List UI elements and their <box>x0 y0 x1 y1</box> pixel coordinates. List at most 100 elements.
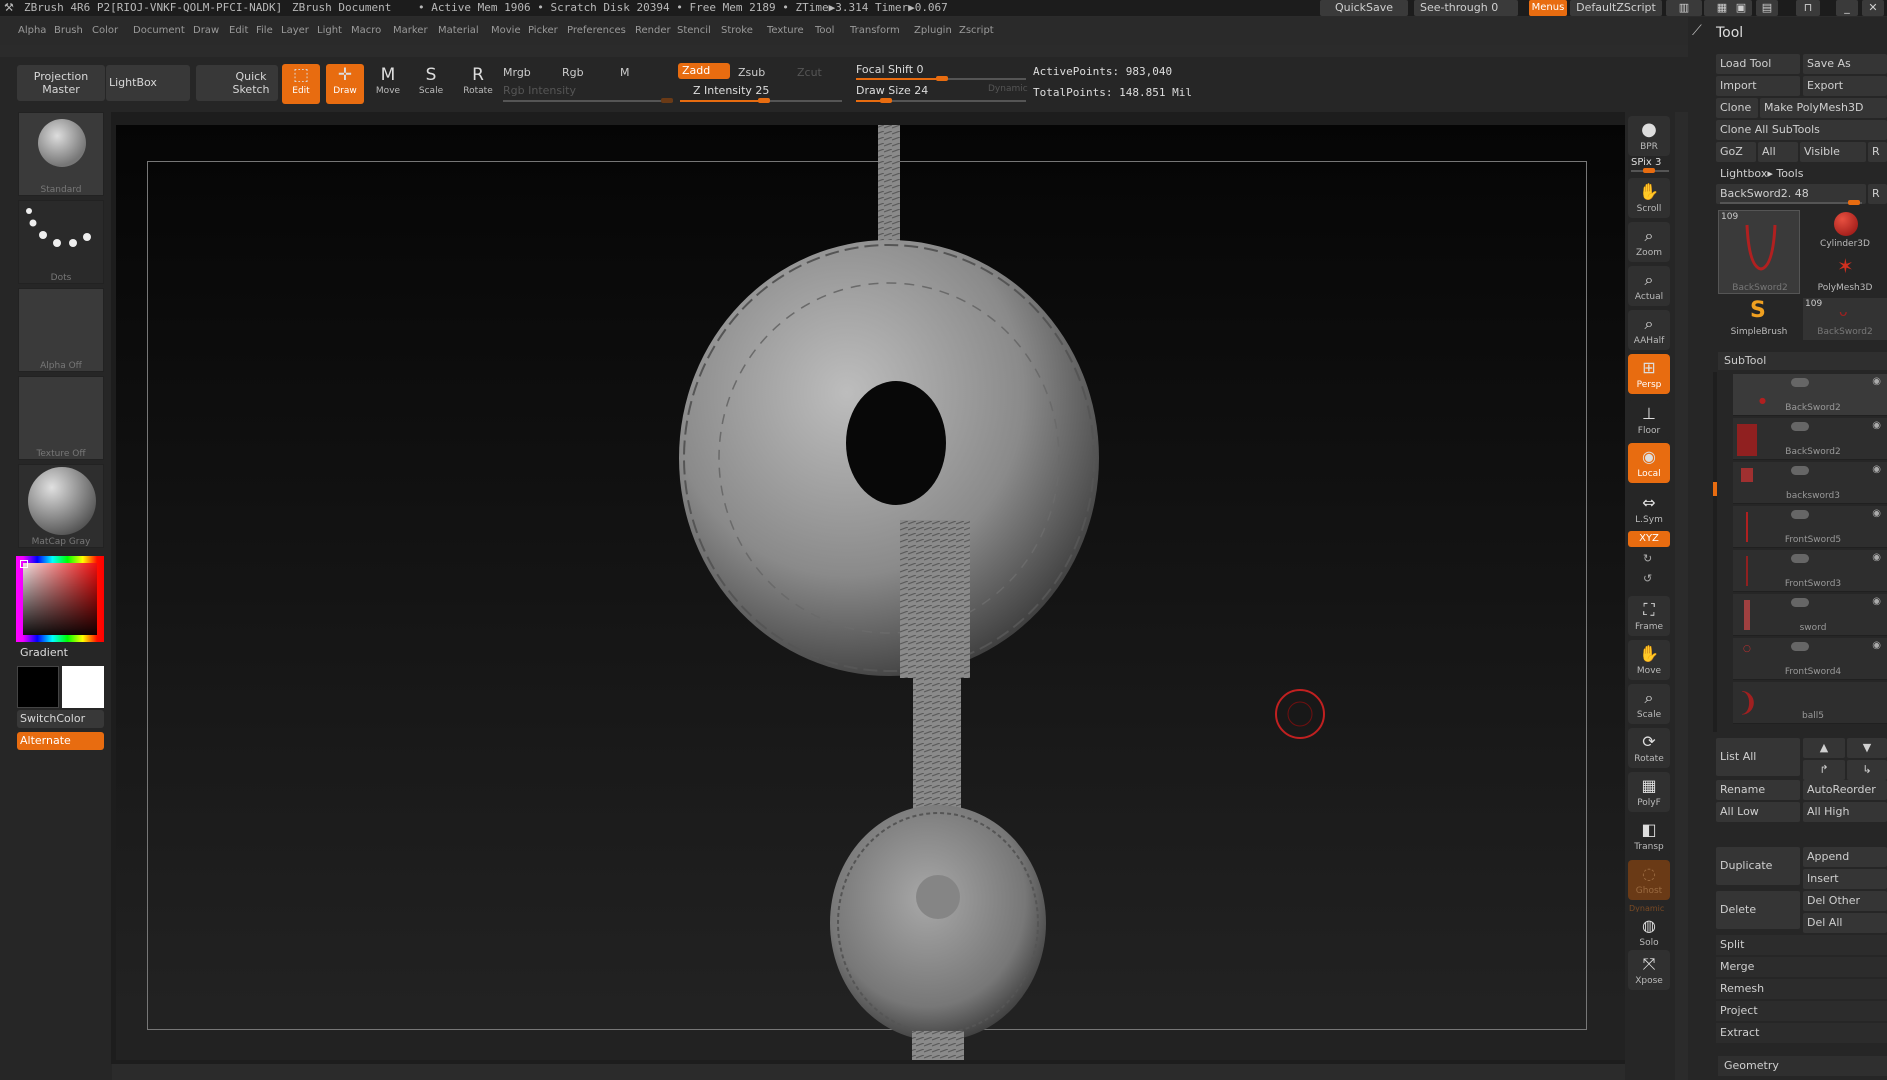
menu-picker[interactable]: Picker <box>528 25 558 36</box>
lock-icon[interactable]: ⊓ <box>1796 0 1820 16</box>
remesh-section[interactable]: Remesh <box>1716 979 1887 999</box>
rename-button[interactable]: Rename <box>1716 780 1800 800</box>
close-icon[interactable]: ✕ <box>1862 0 1884 16</box>
focal-shift-track[interactable] <box>856 76 1026 81</box>
ghost-button[interactable]: ◌ Ghost <box>1628 860 1670 900</box>
current-tool-track[interactable] <box>1720 200 1862 205</box>
lightbox-tools-button[interactable]: Lightbox▸ Tools <box>1716 164 1803 184</box>
default-zscript-button[interactable]: DefaultZScript <box>1570 0 1662 16</box>
hue-ring[interactable] <box>16 556 104 642</box>
draw-button[interactable]: ✛ Draw <box>326 64 364 104</box>
current-tool-slider[interactable]: BackSword2. 48 <box>1716 184 1866 204</box>
local-button[interactable]: ◉ Local <box>1628 443 1670 483</box>
make-polymesh-button[interactable]: Make PolyMesh3D <box>1760 98 1887 118</box>
rotate-y-icon[interactable]: ↻ <box>1643 552 1652 565</box>
rotate-z-icon[interactable]: ↺ <box>1643 572 1652 585</box>
save-as-button[interactable]: Save As <box>1803 54 1887 74</box>
menu-document[interactable]: Document <box>133 25 185 36</box>
layout-toggle-icon[interactable]: ▥ <box>1666 0 1702 16</box>
menu-zscript[interactable]: Zscript <box>959 25 994 36</box>
delete-button[interactable]: Delete <box>1716 891 1800 929</box>
gradient-label[interactable]: Gradient <box>20 646 68 659</box>
subtool-scrollbar[interactable] <box>1713 372 1717 732</box>
del-all-button[interactable]: Del All <box>1803 913 1887 933</box>
subtool-item[interactable]: ◉ FrontSword3 <box>1733 550 1887 592</box>
menu-marker[interactable]: Marker <box>393 25 428 36</box>
menu-stroke[interactable]: Stroke <box>721 25 753 36</box>
move-up-icon[interactable]: ▲ <box>1803 738 1845 758</box>
z-intensity-track[interactable] <box>680 98 842 103</box>
see-through-slider[interactable]: See-through 0 <box>1414 0 1518 16</box>
clone-all-subtools-button[interactable]: Clone All SubTools <box>1716 120 1887 140</box>
merge-section[interactable]: Merge <box>1716 957 1887 977</box>
pendant-model[interactable] <box>116 125 1626 1060</box>
zsub-toggle[interactable]: Zsub <box>738 66 765 79</box>
subtool-item[interactable]: ◉ FrontSword5 <box>1733 506 1887 548</box>
rgb-intensity-knob[interactable] <box>661 98 673 103</box>
frame-button[interactable]: ⛶ Frame <box>1628 596 1670 636</box>
split-section[interactable]: Split <box>1716 935 1887 955</box>
move-down-icon[interactable]: ▼ <box>1847 738 1887 758</box>
tool-thumb-polymesh3d[interactable]: ✶ PolyMesh3D <box>1803 254 1887 296</box>
polyf-button[interactable]: ▦ PolyF <box>1628 772 1670 812</box>
menu-brush[interactable]: Brush <box>54 25 83 36</box>
tool-thumb-simplebrush[interactable]: S SimpleBrush <box>1718 298 1800 340</box>
menu-color[interactable]: Color <box>92 25 118 36</box>
draw-size-slider[interactable]: Draw Size 24 <box>856 84 928 97</box>
eye-icon[interactable]: ◉ <box>1872 596 1881 607</box>
color-cursor[interactable] <box>20 560 28 568</box>
eye-icon[interactable]: ◉ <box>1872 508 1881 519</box>
focal-shift-slider[interactable]: Focal Shift 0 <box>856 63 924 76</box>
menu-stencil[interactable]: Stencil <box>677 25 711 36</box>
subtool-item[interactable]: ◉ sword <box>1733 594 1887 636</box>
alternate-button[interactable]: Alternate <box>17 732 104 750</box>
autoreorder-button[interactable]: AutoReorder <box>1803 780 1887 800</box>
tool-thumb-backsword2-b[interactable]: 109 ᴗ BackSword2 <box>1803 298 1887 340</box>
stroke-selector[interactable]: Dots <box>18 200 104 284</box>
eye-icon[interactable]: ◉ <box>1872 420 1881 431</box>
subtool-header[interactable]: SubTool <box>1718 352 1887 370</box>
goz-r-button[interactable]: R <box>1868 142 1887 162</box>
subtool-toggle[interactable] <box>1791 466 1809 475</box>
export-button[interactable]: Export <box>1803 76 1887 96</box>
menu-render[interactable]: Render <box>635 25 671 36</box>
subtool-item[interactable]: ● ◉ BackSword2 <box>1733 374 1887 416</box>
all-low-button[interactable]: All Low <box>1716 802 1800 822</box>
eye-icon[interactable]: ◉ <box>1872 464 1881 475</box>
lsym-button[interactable]: ⇔ L.Sym <box>1628 489 1670 529</box>
append-button[interactable]: Append <box>1803 847 1887 867</box>
subtool-item[interactable]: ○ ◉ FrontSword4 <box>1733 638 1887 680</box>
menu-tool[interactable]: Tool <box>815 25 834 36</box>
eye-icon[interactable]: ◉ <box>1872 640 1881 651</box>
main-color-swatch[interactable] <box>62 666 104 708</box>
subtool-toggle[interactable] <box>1791 422 1809 431</box>
load-tool-button[interactable]: Load Tool <box>1716 54 1800 74</box>
eye-icon[interactable]: ◉ <box>1872 552 1881 563</box>
spix-slider[interactable]: SPix 3 <box>1631 157 1661 168</box>
tool-thumb-backsword2[interactable]: 109 BackSword2 <box>1718 210 1800 294</box>
goz-button[interactable]: GoZ <box>1716 142 1756 162</box>
subtool-toggle[interactable] <box>1791 510 1809 519</box>
z-intensity-slider[interactable]: Z Intensity 25 <box>693 84 769 97</box>
subtool-toggle[interactable] <box>1791 378 1809 387</box>
xpose-button[interactable]: ⤧ Xpose <box>1628 950 1670 990</box>
alpha-selector[interactable]: Alpha Off <box>18 288 104 372</box>
rotate-view-button[interactable]: ⟳ Rotate <box>1628 728 1670 768</box>
transp-button[interactable]: ◧ Transp <box>1628 816 1670 856</box>
subtool-item[interactable]: ❩ ball5 <box>1733 682 1887 724</box>
rgb-intensity-track[interactable] <box>503 98 673 103</box>
z-intensity-knob[interactable] <box>758 98 770 103</box>
all-high-button[interactable]: All High <box>1803 802 1887 822</box>
clone-button[interactable]: Clone <box>1716 98 1758 118</box>
current-tool-r-button[interactable]: R <box>1868 184 1887 204</box>
menu-movie[interactable]: Movie <box>491 25 521 36</box>
extract-section[interactable]: Extract <box>1716 1023 1887 1043</box>
rotate-button[interactable]: R Rotate <box>460 64 496 102</box>
move-view-button[interactable]: ✋ Move <box>1628 640 1670 680</box>
focal-shift-knob[interactable] <box>936 76 948 81</box>
menu-file[interactable]: File <box>256 25 273 36</box>
solo-button[interactable]: ◍ Solo <box>1628 912 1670 952</box>
move-to-bottom-icon[interactable]: ↳ <box>1847 760 1887 780</box>
quick-sketch-button[interactable]: Quick Sketch <box>196 65 278 101</box>
projection-master-button[interactable]: Projection Master <box>17 65 105 101</box>
